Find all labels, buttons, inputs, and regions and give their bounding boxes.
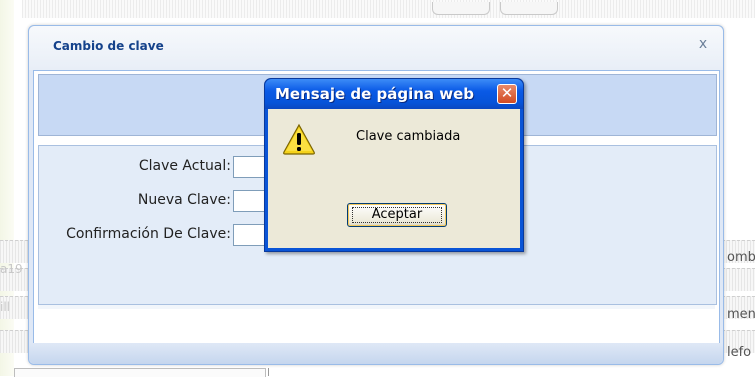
page-right-text: men (727, 307, 755, 322)
page-bottom-divider (268, 368, 755, 376)
window-header[interactable]: Cambio de clave x (29, 26, 723, 70)
confirm-password-label: Confirmación De Clave: (66, 226, 231, 242)
focus-ring (352, 207, 442, 223)
dialog-body: Clave cambiada Aceptar (268, 109, 520, 248)
page-left-text: a19 (0, 262, 23, 276)
current-password-label: Clave Actual: (138, 158, 231, 174)
page-top-tab[interactable] (500, 2, 558, 15)
window-footer (29, 343, 723, 364)
confirm-password-row: Confirmación De Clave: (39, 223, 231, 247)
page-top-band (22, 0, 755, 18)
dialog-message: Clave cambiada (356, 129, 461, 144)
page-left-text: ill (0, 300, 11, 314)
form-bottom-strip (38, 305, 715, 309)
warning-icon (282, 123, 316, 155)
page-right-text: ombr (727, 250, 755, 265)
close-icon[interactable]: x (695, 36, 711, 52)
dialog-title: Mensaje de página web (275, 85, 475, 103)
ok-button[interactable]: Aceptar (347, 203, 447, 227)
page-top-tab[interactable] (432, 2, 490, 15)
window-title: Cambio de clave (53, 39, 164, 53)
page-right-text: lefo (727, 345, 752, 360)
new-password-row: Nueva Clave: (39, 189, 231, 213)
alert-dialog: Mensaje de página web ✕ Clave cambiada A… (264, 78, 524, 252)
dialog-close-icon[interactable]: ✕ (497, 84, 517, 104)
page-left-strip (0, 0, 14, 376)
new-password-label: Nueva Clave: (137, 192, 231, 208)
current-password-row: Clave Actual: (39, 155, 231, 179)
dialog-titlebar[interactable]: Mensaje de página web ✕ (265, 79, 523, 109)
